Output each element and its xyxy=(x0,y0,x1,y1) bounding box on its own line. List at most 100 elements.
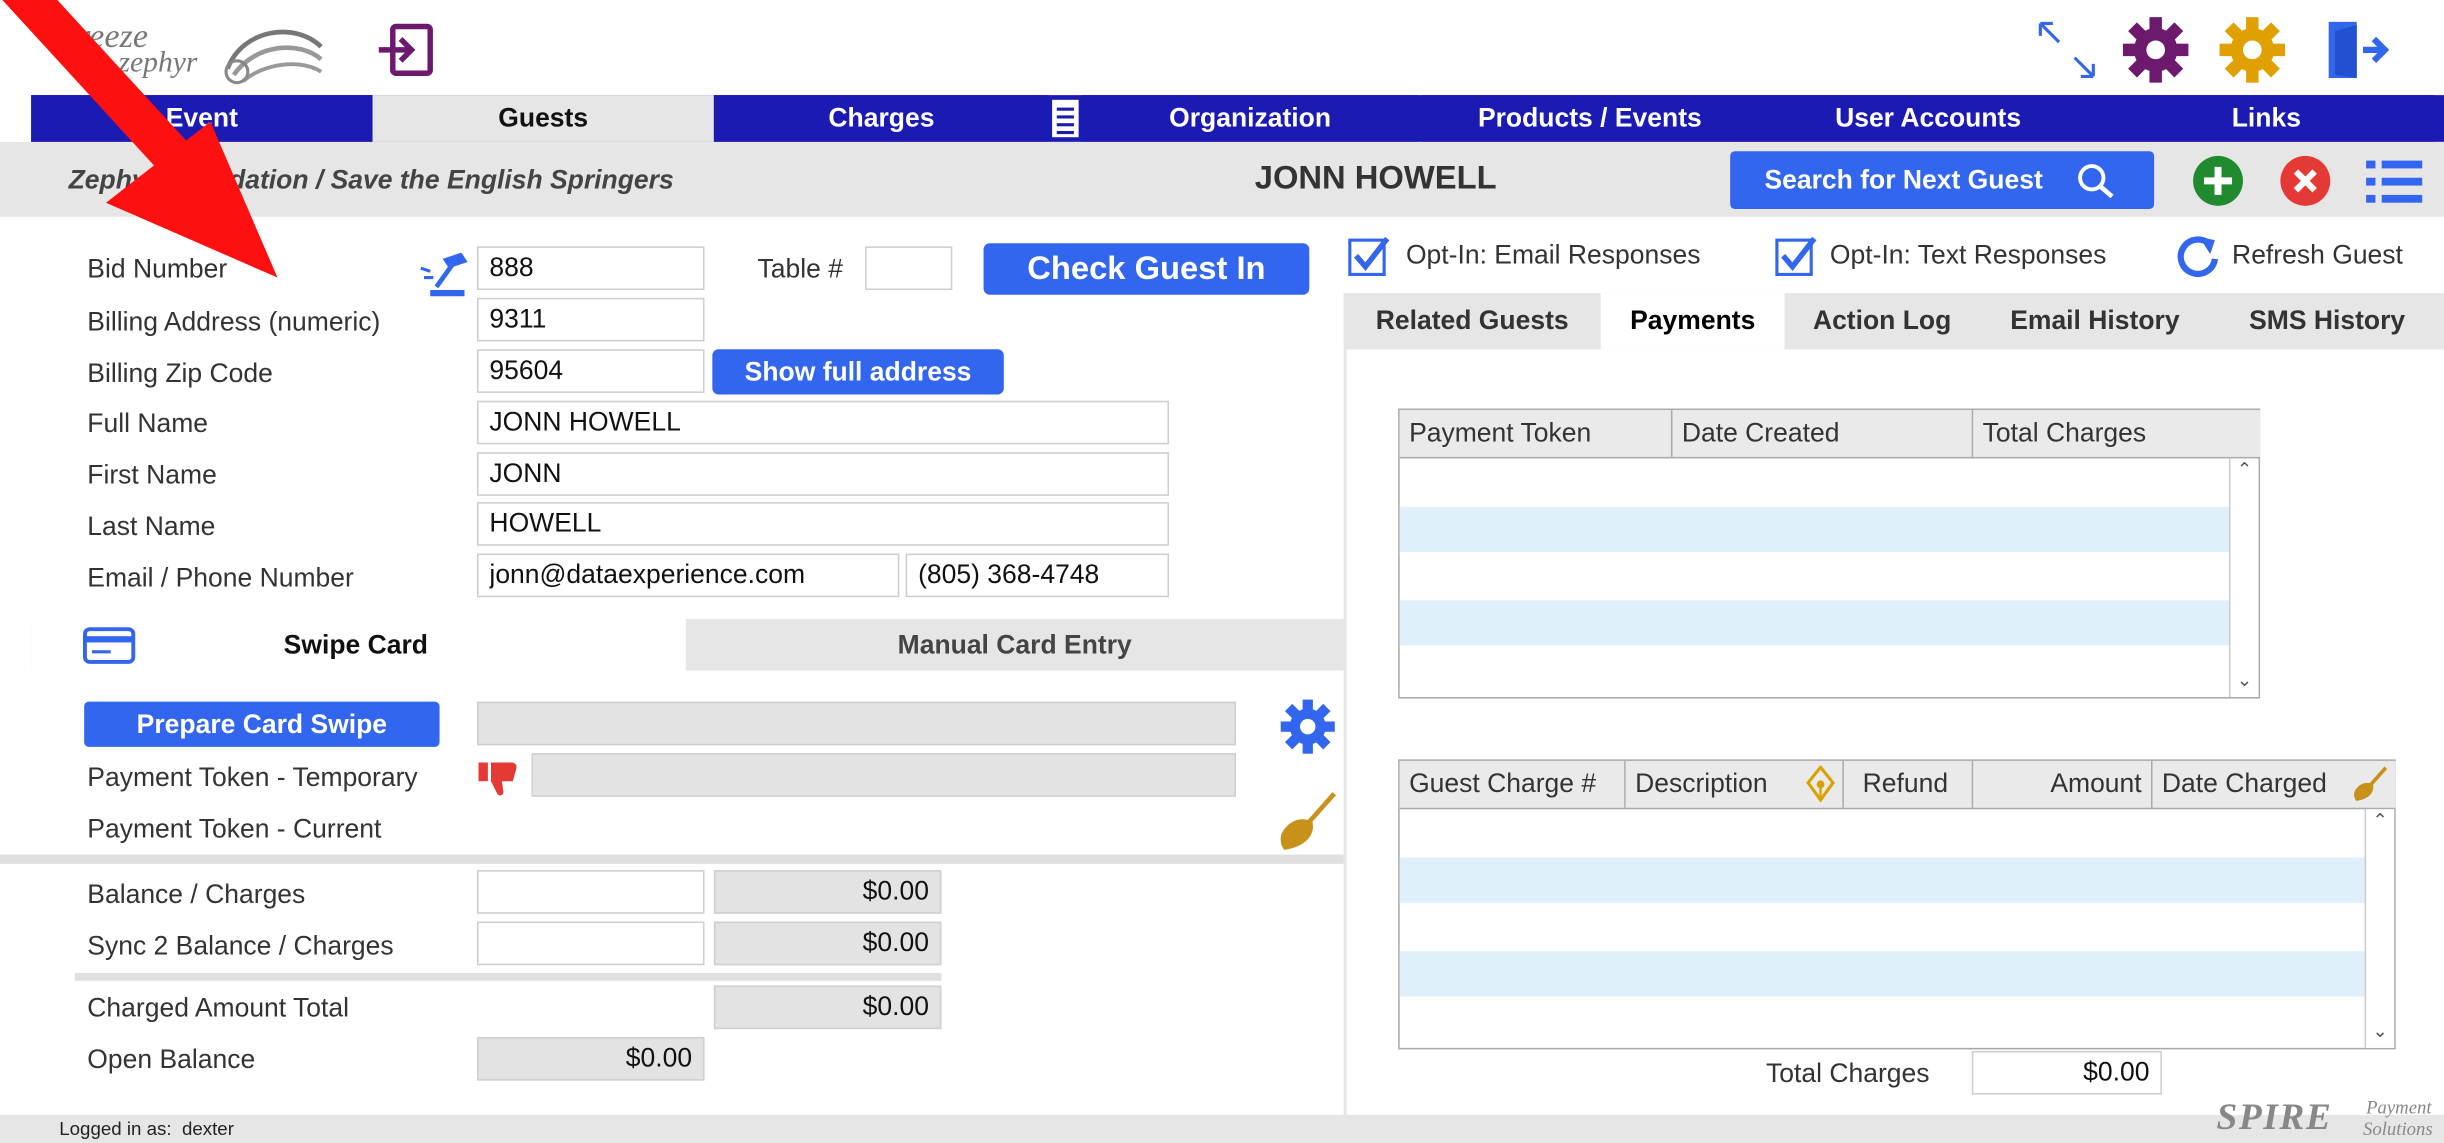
description-header-label: Description xyxy=(1635,768,1768,799)
table-row[interactable] xyxy=(1399,811,2365,858)
gear-settings-icon[interactable] xyxy=(2216,14,2288,86)
check-guest-in-button[interactable]: Check Guest In xyxy=(983,243,1310,295)
table-row[interactable] xyxy=(1399,600,2229,648)
auction-gavel-icon[interactable] xyxy=(415,246,474,299)
tab-email-history[interactable]: Email History xyxy=(1979,293,2211,350)
tab-payments[interactable]: Payments xyxy=(1600,293,1785,350)
logout-arrow-icon[interactable] xyxy=(374,22,436,78)
tab-user-accounts[interactable]: User Accounts xyxy=(1758,95,2099,142)
red-arrow-annotation xyxy=(2,0,278,278)
email-input[interactable] xyxy=(476,553,900,598)
logged-in-status: Logged in as: dexter xyxy=(59,1118,234,1140)
bid-number-input[interactable] xyxy=(476,246,705,291)
scroll-up-icon[interactable]: ⌃ xyxy=(2237,458,2253,480)
broom-clear-icon[interactable] xyxy=(1272,787,1341,856)
section-divider xyxy=(0,854,1344,864)
table-row[interactable] xyxy=(1399,904,2365,952)
spire-logo-sub1: Payment xyxy=(2366,1096,2432,1119)
show-full-address-button[interactable]: Show full address xyxy=(712,349,1004,395)
column-header[interactable]: Date Created xyxy=(1672,410,1974,457)
first-name-label: First Name xyxy=(87,459,217,490)
tab-related-guests[interactable]: Related Guests xyxy=(1343,293,1601,350)
sync-balance-label: Sync 2 Balance / Charges xyxy=(87,930,394,961)
tab-links[interactable]: Links xyxy=(2098,95,2435,142)
column-header[interactable]: Total Charges xyxy=(1973,410,2261,457)
exit-door-icon[interactable] xyxy=(2322,16,2391,85)
expand-window-icon[interactable] xyxy=(2033,16,2102,85)
tab-guests[interactable]: Guests xyxy=(372,95,714,142)
card-swipe-input[interactable] xyxy=(476,701,1237,746)
phone-input[interactable] xyxy=(905,553,1170,598)
spire-logo-text: SPIRE xyxy=(2216,1097,2333,1139)
table-row[interactable] xyxy=(1399,998,2365,1045)
table-number-input[interactable] xyxy=(865,246,953,291)
add-guest-icon[interactable] xyxy=(2192,154,2245,207)
checkbox-checked-icon xyxy=(1775,236,1817,276)
tab-products-events[interactable]: Products / Events xyxy=(1421,95,1759,142)
table-row[interactable] xyxy=(1399,647,2229,694)
column-header[interactable]: Amount xyxy=(1973,760,2153,808)
refresh-icon xyxy=(2177,236,2219,277)
card-reader-settings-icon[interactable] xyxy=(1278,697,1337,756)
menu-lines-icon[interactable] xyxy=(1052,99,1079,138)
balance-charges-label: Balance / Charges xyxy=(87,879,306,910)
first-name-input[interactable] xyxy=(476,452,1170,496)
tab-charges[interactable]: Charges xyxy=(713,95,1050,142)
last-name-input[interactable] xyxy=(476,502,1170,546)
full-name-label: Full Name xyxy=(87,408,209,439)
column-header[interactable]: Payment Token xyxy=(1399,410,1673,457)
swipe-card-label: Swipe Card xyxy=(283,629,429,660)
column-header[interactable]: Description xyxy=(1625,760,1844,808)
payment-token-current-label: Payment Token - Current xyxy=(87,813,382,844)
guest-name-title: JONN HOWELL xyxy=(1254,160,1497,197)
sync-balance-input[interactable] xyxy=(476,921,705,966)
delete-guest-icon[interactable] xyxy=(2279,154,2332,207)
prepare-card-swipe-button[interactable]: Prepare Card Swipe xyxy=(84,701,440,747)
search-next-guest-button[interactable]: Search for Next Guest xyxy=(1730,151,2155,209)
column-header[interactable]: Guest Charge # xyxy=(1399,760,1626,808)
charged-amount-total-value: $0.00 xyxy=(713,985,942,1030)
scroll-down-icon[interactable]: ⌄ xyxy=(2372,1020,2388,1042)
status-bar xyxy=(0,1114,2444,1143)
full-name-input[interactable] xyxy=(476,400,1170,445)
table-row[interactable] xyxy=(1399,506,2229,554)
payment-token-temporary-input[interactable] xyxy=(531,753,1237,797)
charged-amount-total-label: Charged Amount Total xyxy=(87,993,350,1023)
charges-scrollbar[interactable]: ⌃ ⌄ xyxy=(2364,809,2395,1048)
tab-manual-card-entry[interactable]: Manual Card Entry xyxy=(686,619,1344,670)
table-row[interactable] xyxy=(1399,951,2365,998)
broom-icon xyxy=(2354,766,2388,801)
email-optin-checkbox[interactable]: Opt-In: Email Responses xyxy=(1344,231,1734,281)
thumbs-down-icon[interactable] xyxy=(477,758,521,799)
open-balance-value: $0.00 xyxy=(476,1036,705,1081)
billing-address-input[interactable] xyxy=(476,297,705,342)
table-row[interactable] xyxy=(1399,460,2229,507)
tab-action-log[interactable]: Action Log xyxy=(1784,293,1980,350)
balance-charges-input[interactable] xyxy=(476,870,705,914)
email-optin-label: Opt-In: Email Responses xyxy=(1405,240,1701,270)
tab-swipe-card[interactable]: Swipe Card xyxy=(31,619,686,671)
pen-nib-icon xyxy=(1806,765,1835,803)
list-menu-icon[interactable] xyxy=(2363,156,2425,209)
column-header[interactable]: Refund xyxy=(1843,760,1974,808)
gear-admin-icon[interactable] xyxy=(2120,14,2192,86)
text-optin-label: Opt-In: Text Responses xyxy=(1829,240,2107,270)
table-number-label: Table # xyxy=(757,254,843,284)
table-row[interactable] xyxy=(1399,554,2229,601)
tab-content-border xyxy=(1343,349,1347,1120)
billing-zip-input[interactable] xyxy=(476,349,705,393)
text-optin-checkbox[interactable]: Opt-In: Text Responses xyxy=(1771,231,2145,281)
guest-charges-table: Guest Charge # Description Refund Amount… xyxy=(1398,759,2396,1050)
tab-sms-history[interactable]: SMS History xyxy=(2210,293,2444,350)
table-row[interactable] xyxy=(1399,857,2365,905)
refresh-guest-button[interactable]: Refresh Guest xyxy=(2170,228,2435,284)
scroll-up-icon[interactable]: ⌃ xyxy=(2372,809,2388,831)
billing-zip-label: Billing Zip Code xyxy=(87,358,273,389)
scroll-down-icon[interactable]: ⌄ xyxy=(2237,669,2253,691)
payment-token-temporary-label: Payment Token - Temporary xyxy=(87,762,418,793)
payments-scrollbar[interactable]: ⌃ ⌄ xyxy=(2228,458,2259,698)
total-charges-value: $0.00 xyxy=(1971,1050,2162,1095)
column-header[interactable]: Date Charged xyxy=(2152,760,2396,808)
tab-organization[interactable]: Organization xyxy=(1081,95,1419,142)
checkbox-checked-icon xyxy=(1348,236,1390,276)
